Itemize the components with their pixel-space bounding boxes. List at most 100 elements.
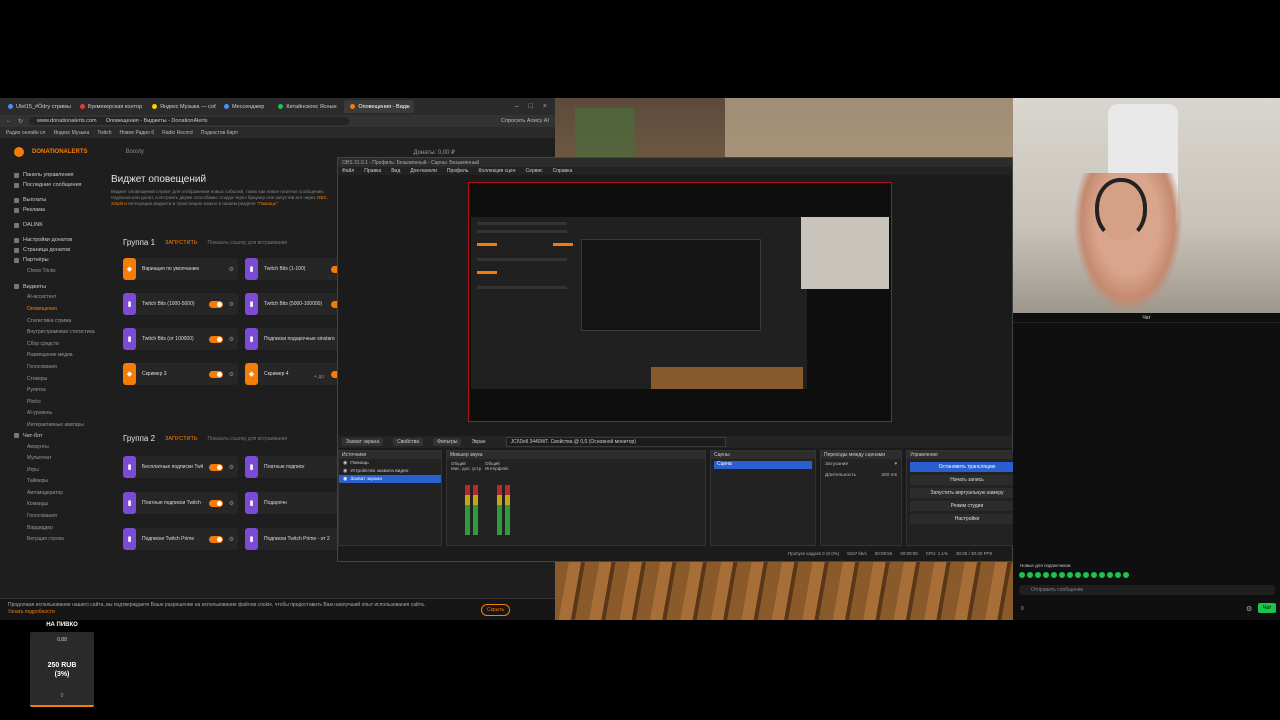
- sidebar-subitem[interactable]: Внутристримовая статистика: [14, 326, 104, 338]
- alert-variation-card[interactable]: ▮ Twitch Bits (1000-5000) ⚙: [123, 293, 238, 315]
- obs-menu-item[interactable]: Сервис: [525, 168, 542, 174]
- emote-icon[interactable]: [1027, 572, 1033, 578]
- cookie-details-link[interactable]: Узнать подробности: [8, 609, 55, 615]
- sidebar-subitem[interactable]: Размещение медиа: [14, 350, 104, 362]
- alert-variation-card[interactable]: ▮ Подписки Twitch Prime ⚙: [123, 528, 238, 550]
- variation-toggle[interactable]: [208, 535, 223, 543]
- sidebar-subitem[interactable]: Вардиддер: [14, 522, 104, 534]
- obs-menu-item[interactable]: Профиль: [447, 168, 469, 174]
- sidebar-subitem[interactable]: AI-уровень: [14, 408, 104, 420]
- boosty-link[interactable]: Boosty: [126, 149, 144, 155]
- sidebar-item[interactable]: Реклама: [14, 205, 104, 215]
- sidebar-item[interactable]: Настройки донатов: [14, 235, 104, 245]
- obs-menu-item[interactable]: Правка: [364, 168, 381, 174]
- bookmark-item[interactable]: Radio Record: [162, 130, 193, 136]
- browser-tab[interactable]: Мессенджер: [218, 100, 270, 113]
- control-button[interactable]: Запустить виртуальную камеру: [910, 488, 1024, 498]
- url-field[interactable]: www.donationalerts.com Оповещения - Видж…: [29, 117, 350, 125]
- sidebar-subitem[interactable]: Таймеры: [14, 476, 104, 488]
- source-item[interactable]: ◉ Устройство захвата видео: [339, 467, 441, 475]
- sidebar-subitem[interactable]: Автомодератор: [14, 487, 104, 499]
- reload-icon[interactable]: ↻: [18, 118, 23, 125]
- launch-button[interactable]: ЗАПУСТИТЬ: [165, 436, 197, 442]
- sidebar-subitem[interactable]: Игры: [14, 464, 104, 476]
- bookmark-item[interactable]: Яндекс Музыка: [53, 130, 89, 136]
- sidebar-subitem[interactable]: Статистика стрима: [14, 315, 104, 327]
- variation-toggle[interactable]: [208, 300, 223, 308]
- obs-menu-item[interactable]: Док-панели: [410, 168, 437, 174]
- obs-menu-item[interactable]: Коллекция сцен: [478, 168, 515, 174]
- emote-icon[interactable]: [1019, 572, 1025, 578]
- chat-input[interactable]: Отправить сообщение: [1019, 585, 1275, 595]
- control-button[interactable]: Начать запись: [910, 475, 1024, 485]
- sidebar-subitem[interactable]: Интерактивные аватары: [14, 419, 104, 431]
- variation-toggle[interactable]: [208, 335, 223, 343]
- sidebar-item[interactable]: Панель управления: [14, 170, 104, 180]
- obs-menu-item[interactable]: Вид: [391, 168, 400, 174]
- gear-icon[interactable]: ⚙: [229, 536, 234, 543]
- emote-icon[interactable]: [1107, 572, 1113, 578]
- emote-icon[interactable]: [1075, 572, 1081, 578]
- scene-item[interactable]: Сцена: [714, 461, 812, 469]
- browser-tab[interactable]: Яндекс Музыка — соб: [146, 100, 216, 113]
- back-icon[interactable]: ←: [6, 118, 12, 124]
- alert-variation-card[interactable]: ▮ Платные подписки Twitch - от 2 месяцев ⚙: [123, 492, 238, 514]
- gear-icon[interactable]: ⚙: [229, 464, 234, 471]
- launch-button[interactable]: ЗАПУСТИТЬ: [165, 240, 197, 246]
- obs-preview[interactable]: [468, 182, 892, 422]
- sidebar-subitem[interactable]: Бегущая строка: [14, 533, 104, 545]
- sidebar-item[interactable]: Страница донатов: [14, 245, 104, 255]
- cookie-hide-button[interactable]: Скрыть: [481, 604, 511, 616]
- browser-tab[interactable]: Букмекерская контор: [74, 100, 144, 113]
- variation-toggle[interactable]: [208, 370, 223, 378]
- properties-button[interactable]: Свойства: [393, 438, 424, 446]
- alice-button[interactable]: Спросить Алису AI: [501, 118, 549, 124]
- sidebar-subitem[interactable]: Аккаунты: [14, 441, 104, 453]
- emote-icon[interactable]: [1083, 572, 1089, 578]
- sidebar-subitem[interactable]: Стикеры: [14, 373, 104, 385]
- sidebar-subitem[interactable]: Сбор средств: [14, 338, 104, 350]
- add-variation-button[interactable]: + до: [314, 374, 324, 380]
- source-item[interactable]: ◉ Захват экрана: [339, 475, 441, 483]
- sidebar-subitem[interactable]: Команды: [14, 499, 104, 511]
- browser-tab[interactable]: Оповещения - Видж: [344, 100, 415, 113]
- transition-select[interactable]: Затухание ▾: [821, 459, 901, 470]
- gear-icon[interactable]: ⚙: [229, 336, 234, 343]
- sidebar-subitem[interactable]: Оповещения: [14, 303, 104, 315]
- eye-icon[interactable]: ◉: [343, 477, 347, 482]
- sidebar-item[interactable]: Чат-бот: [14, 431, 104, 441]
- emote-icon[interactable]: [1043, 572, 1049, 578]
- sidebar-item[interactable]: Виджеты: [14, 282, 104, 292]
- sidebar-subitem[interactable]: AI-ассистент: [14, 292, 104, 304]
- sidebar-item[interactable]: Выплаты: [14, 195, 104, 205]
- eye-icon[interactable]: ◉: [343, 461, 347, 466]
- sidebar-subitem[interactable]: Мультичат: [14, 452, 104, 464]
- bookmark-item[interactable]: Twitch: [97, 130, 111, 136]
- browser-tab[interactable]: Ulet15_#Ödгу стримы: [2, 100, 72, 113]
- source-item[interactable]: ◉ Помощь: [339, 459, 441, 467]
- browser-tab[interactable]: Китайнсконс Яснын: [272, 100, 342, 113]
- sidebar-item[interactable]: Последние сообщения: [14, 180, 104, 190]
- sidebar-item[interactable]: Партнёры: [14, 255, 104, 265]
- control-button[interactable]: Настройки: [910, 514, 1024, 524]
- bookmark-item[interactable]: Радио онлайн сл: [6, 130, 45, 136]
- variation-toggle[interactable]: [208, 499, 223, 507]
- emote-icon[interactable]: [1123, 572, 1129, 578]
- alert-variation-card[interactable]: ▮ Бесплатные подписки Twitch ⚙: [123, 456, 238, 478]
- gear-icon[interactable]: ⚙: [229, 266, 234, 273]
- logo-text[interactable]: DONATIONALERTS: [32, 149, 88, 155]
- minimize-icon[interactable]: –: [515, 103, 519, 110]
- emote-icon[interactable]: [1067, 572, 1073, 578]
- control-button[interactable]: Остановить трансляцию: [910, 462, 1024, 472]
- screen-select[interactable]: JCI\Dell 3440WT. Свойства @ 0,0 (Основно…: [505, 437, 726, 447]
- alert-variation-card[interactable]: ◆ Вариация по умолчанию ⚙: [123, 258, 238, 280]
- emote-icon[interactable]: [1035, 572, 1041, 578]
- eye-icon[interactable]: ◉: [343, 469, 347, 474]
- sidebar-item[interactable]: DALINK: [14, 220, 104, 230]
- embed-link[interactable]: Показать ссылку для встраивания: [207, 436, 287, 442]
- obs-menu-item[interactable]: Справка: [553, 168, 573, 174]
- close-icon[interactable]: ×: [543, 103, 547, 110]
- sidebar-subitem[interactable]: Голосования: [14, 361, 104, 373]
- emote-icon[interactable]: [1091, 572, 1097, 578]
- sidebar-subitem[interactable]: Рулетка: [14, 384, 104, 396]
